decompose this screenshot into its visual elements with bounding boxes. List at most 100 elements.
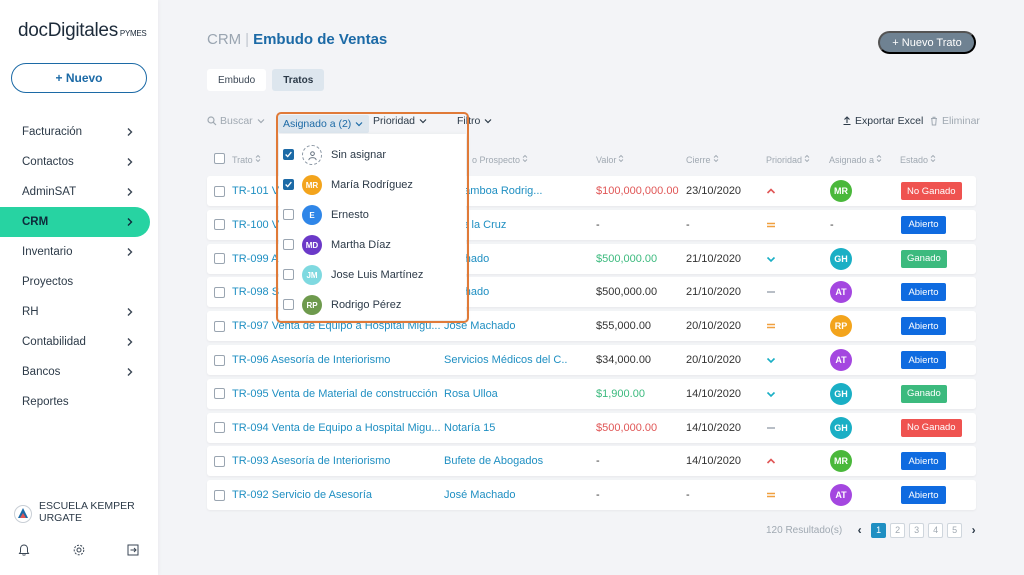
- page-button[interactable]: 2: [890, 522, 906, 538]
- checkbox[interactable]: [214, 422, 225, 434]
- table-row[interactable]: TR-095 Venta de Material de construcción…: [207, 378, 976, 409]
- bell-icon[interactable]: [17, 543, 31, 557]
- avatar[interactable]: AT: [830, 281, 852, 304]
- close-date: 21/10/2020: [686, 252, 742, 265]
- chevron-right-icon: [124, 306, 136, 318]
- page-button[interactable]: 3: [909, 522, 925, 538]
- status-cell: Abierto: [901, 446, 946, 476]
- row-checkbox[interactable]: [214, 244, 225, 274]
- status-badge[interactable]: Abierto: [901, 486, 946, 505]
- avatar[interactable]: MR: [830, 450, 852, 473]
- prospect-name[interactable]: Bufete de Abogados: [444, 446, 568, 476]
- checkbox[interactable]: [214, 388, 225, 400]
- chevron-right-icon: [124, 186, 136, 198]
- sidebar-item-proyectos[interactable]: Proyectos: [0, 267, 158, 297]
- avatar[interactable]: MR: [830, 180, 852, 202]
- status-badge[interactable]: No Ganado: [901, 418, 962, 437]
- status-badge[interactable]: Abierto: [901, 317, 946, 336]
- page-button[interactable]: 5: [947, 522, 963, 538]
- column-header-prospect[interactable]: o Prospecto: [472, 154, 528, 165]
- row-checkbox[interactable]: [214, 379, 225, 409]
- sidebar-item-bancos[interactable]: Bancos: [0, 357, 158, 387]
- sidebar-item-adminsat[interactable]: AdminSAT: [0, 177, 158, 207]
- tab-embudo[interactable]: Embudo: [207, 69, 267, 91]
- column-header-assigned[interactable]: Asignado a: [829, 154, 882, 165]
- status-badge[interactable]: Abierto: [901, 215, 946, 234]
- gear-icon[interactable]: [72, 543, 86, 557]
- company-info[interactable]: ESCUELA KEMPER URGATE: [14, 500, 135, 524]
- next-page-icon[interactable]: ›: [966, 523, 981, 538]
- export-excel-button[interactable]: Exportar Excel: [842, 115, 923, 127]
- row-checkbox[interactable]: [214, 277, 225, 307]
- app-logo[interactable]: docDigitales PYMES: [18, 20, 147, 42]
- sidebar-item-facturaci-n[interactable]: Facturación: [0, 117, 158, 147]
- avatar[interactable]: AT: [830, 349, 852, 371]
- row-checkbox[interactable]: [214, 311, 225, 341]
- sidebar-item-contactos[interactable]: Contactos: [0, 147, 158, 177]
- table-row[interactable]: TR-096 Asesoría de Interiorismo Servicios…: [207, 345, 976, 375]
- prospect-name[interactable]: José Machado: [444, 480, 568, 510]
- checkbox[interactable]: [214, 253, 225, 265]
- sidebar-item-inventario[interactable]: Inventario: [0, 237, 158, 267]
- checkbox[interactable]: [214, 489, 225, 501]
- avatar[interactable]: RP: [830, 315, 852, 338]
- avatar[interactable]: GH: [830, 247, 852, 270]
- page-button[interactable]: 4: [928, 522, 944, 538]
- checkbox[interactable]: [214, 185, 225, 197]
- page-button[interactable]: 1: [871, 522, 887, 538]
- table-row[interactable]: TR-094 Venta de Equipo a Hospital Migu..…: [207, 412, 976, 443]
- status-badge[interactable]: Abierto: [901, 351, 946, 369]
- row-checkbox[interactable]: [214, 480, 225, 510]
- row-checkbox[interactable]: [214, 176, 225, 206]
- new-deal-button[interactable]: + Nuevo Trato: [878, 31, 976, 54]
- avatar[interactable]: AT: [830, 484, 852, 507]
- row-checkbox[interactable]: [214, 345, 225, 375]
- checkbox[interactable]: [214, 286, 225, 298]
- deal-name[interactable]: TR-093 Asesoría de Interiorismo: [232, 446, 464, 476]
- checkbox[interactable]: [214, 320, 225, 332]
- sidebar-item-crm[interactable]: CRM: [0, 207, 150, 237]
- column-header-close[interactable]: Cierre: [686, 154, 719, 165]
- search-control[interactable]: Buscar: [207, 115, 266, 127]
- status-badge[interactable]: Ganado: [901, 384, 947, 403]
- column-header-priority[interactable]: Prioridad: [766, 154, 810, 165]
- sidebar-item-contabilidad[interactable]: Contabilidad: [0, 327, 158, 357]
- checkbox[interactable]: [214, 354, 225, 366]
- row-checkbox[interactable]: [214, 210, 225, 240]
- prev-page-icon[interactable]: ‹: [852, 523, 867, 538]
- column-header-value[interactable]: Valor: [596, 154, 624, 165]
- sidebar-item-rh[interactable]: RH: [0, 297, 158, 327]
- status-badge[interactable]: Abierto: [901, 283, 946, 302]
- deal-name[interactable]: TR-092 Servicio de Asesoría: [232, 480, 464, 510]
- deal-name[interactable]: TR-096 Asesoría de Interiorismo: [232, 345, 464, 375]
- table-row[interactable]: TR-092 Servicio de Asesoría José Machado -…: [207, 480, 976, 511]
- logout-icon[interactable]: [126, 543, 140, 557]
- close-date: 23/10/2020: [686, 185, 742, 197]
- tab-tratos[interactable]: Tratos: [272, 69, 325, 91]
- checkbox[interactable]: [214, 455, 225, 467]
- new-button[interactable]: + Nuevo: [11, 63, 147, 93]
- prospect-name[interactable]: Notaría 15: [444, 413, 568, 443]
- column-header-status[interactable]: Estado: [900, 154, 936, 165]
- row-checkbox[interactable]: [214, 413, 225, 443]
- sidebar-nav: Facturación Contactos AdminSAT CRM Inventari…: [0, 117, 158, 417]
- breadcrumb-root[interactable]: CRM: [207, 31, 241, 48]
- sidebar-item-reportes[interactable]: Reportes: [0, 387, 158, 417]
- status-badge[interactable]: No Ganado: [901, 182, 962, 200]
- deal-name[interactable]: TR-095 Venta de Material de construcción: [232, 379, 464, 409]
- column-header-deal[interactable]: Trato: [232, 154, 261, 165]
- avatar[interactable]: GH: [830, 416, 852, 439]
- deal-value: $500,000.00: [596, 286, 658, 299]
- table-row[interactable]: TR-093 Asesoría de Interiorismo Bufete de…: [207, 446, 976, 477]
- status-badge[interactable]: Ganado: [901, 249, 947, 268]
- deal-name[interactable]: TR-094 Venta de Equipo a Hospital Migu..…: [232, 413, 464, 443]
- select-all-checkbox[interactable]: [214, 153, 225, 164]
- checkbox[interactable]: [214, 219, 225, 231]
- delete-button[interactable]: Eliminar: [929, 115, 980, 127]
- row-checkbox[interactable]: [214, 446, 225, 476]
- prospect-name[interactable]: Rosa Ulloa: [444, 379, 568, 409]
- avatar[interactable]: GH: [830, 382, 852, 405]
- status-badge[interactable]: Abierto: [901, 452, 946, 471]
- deal-value: $1,900.00: [596, 387, 645, 400]
- prospect-name[interactable]: Servicios Médicos del C...: [444, 345, 568, 375]
